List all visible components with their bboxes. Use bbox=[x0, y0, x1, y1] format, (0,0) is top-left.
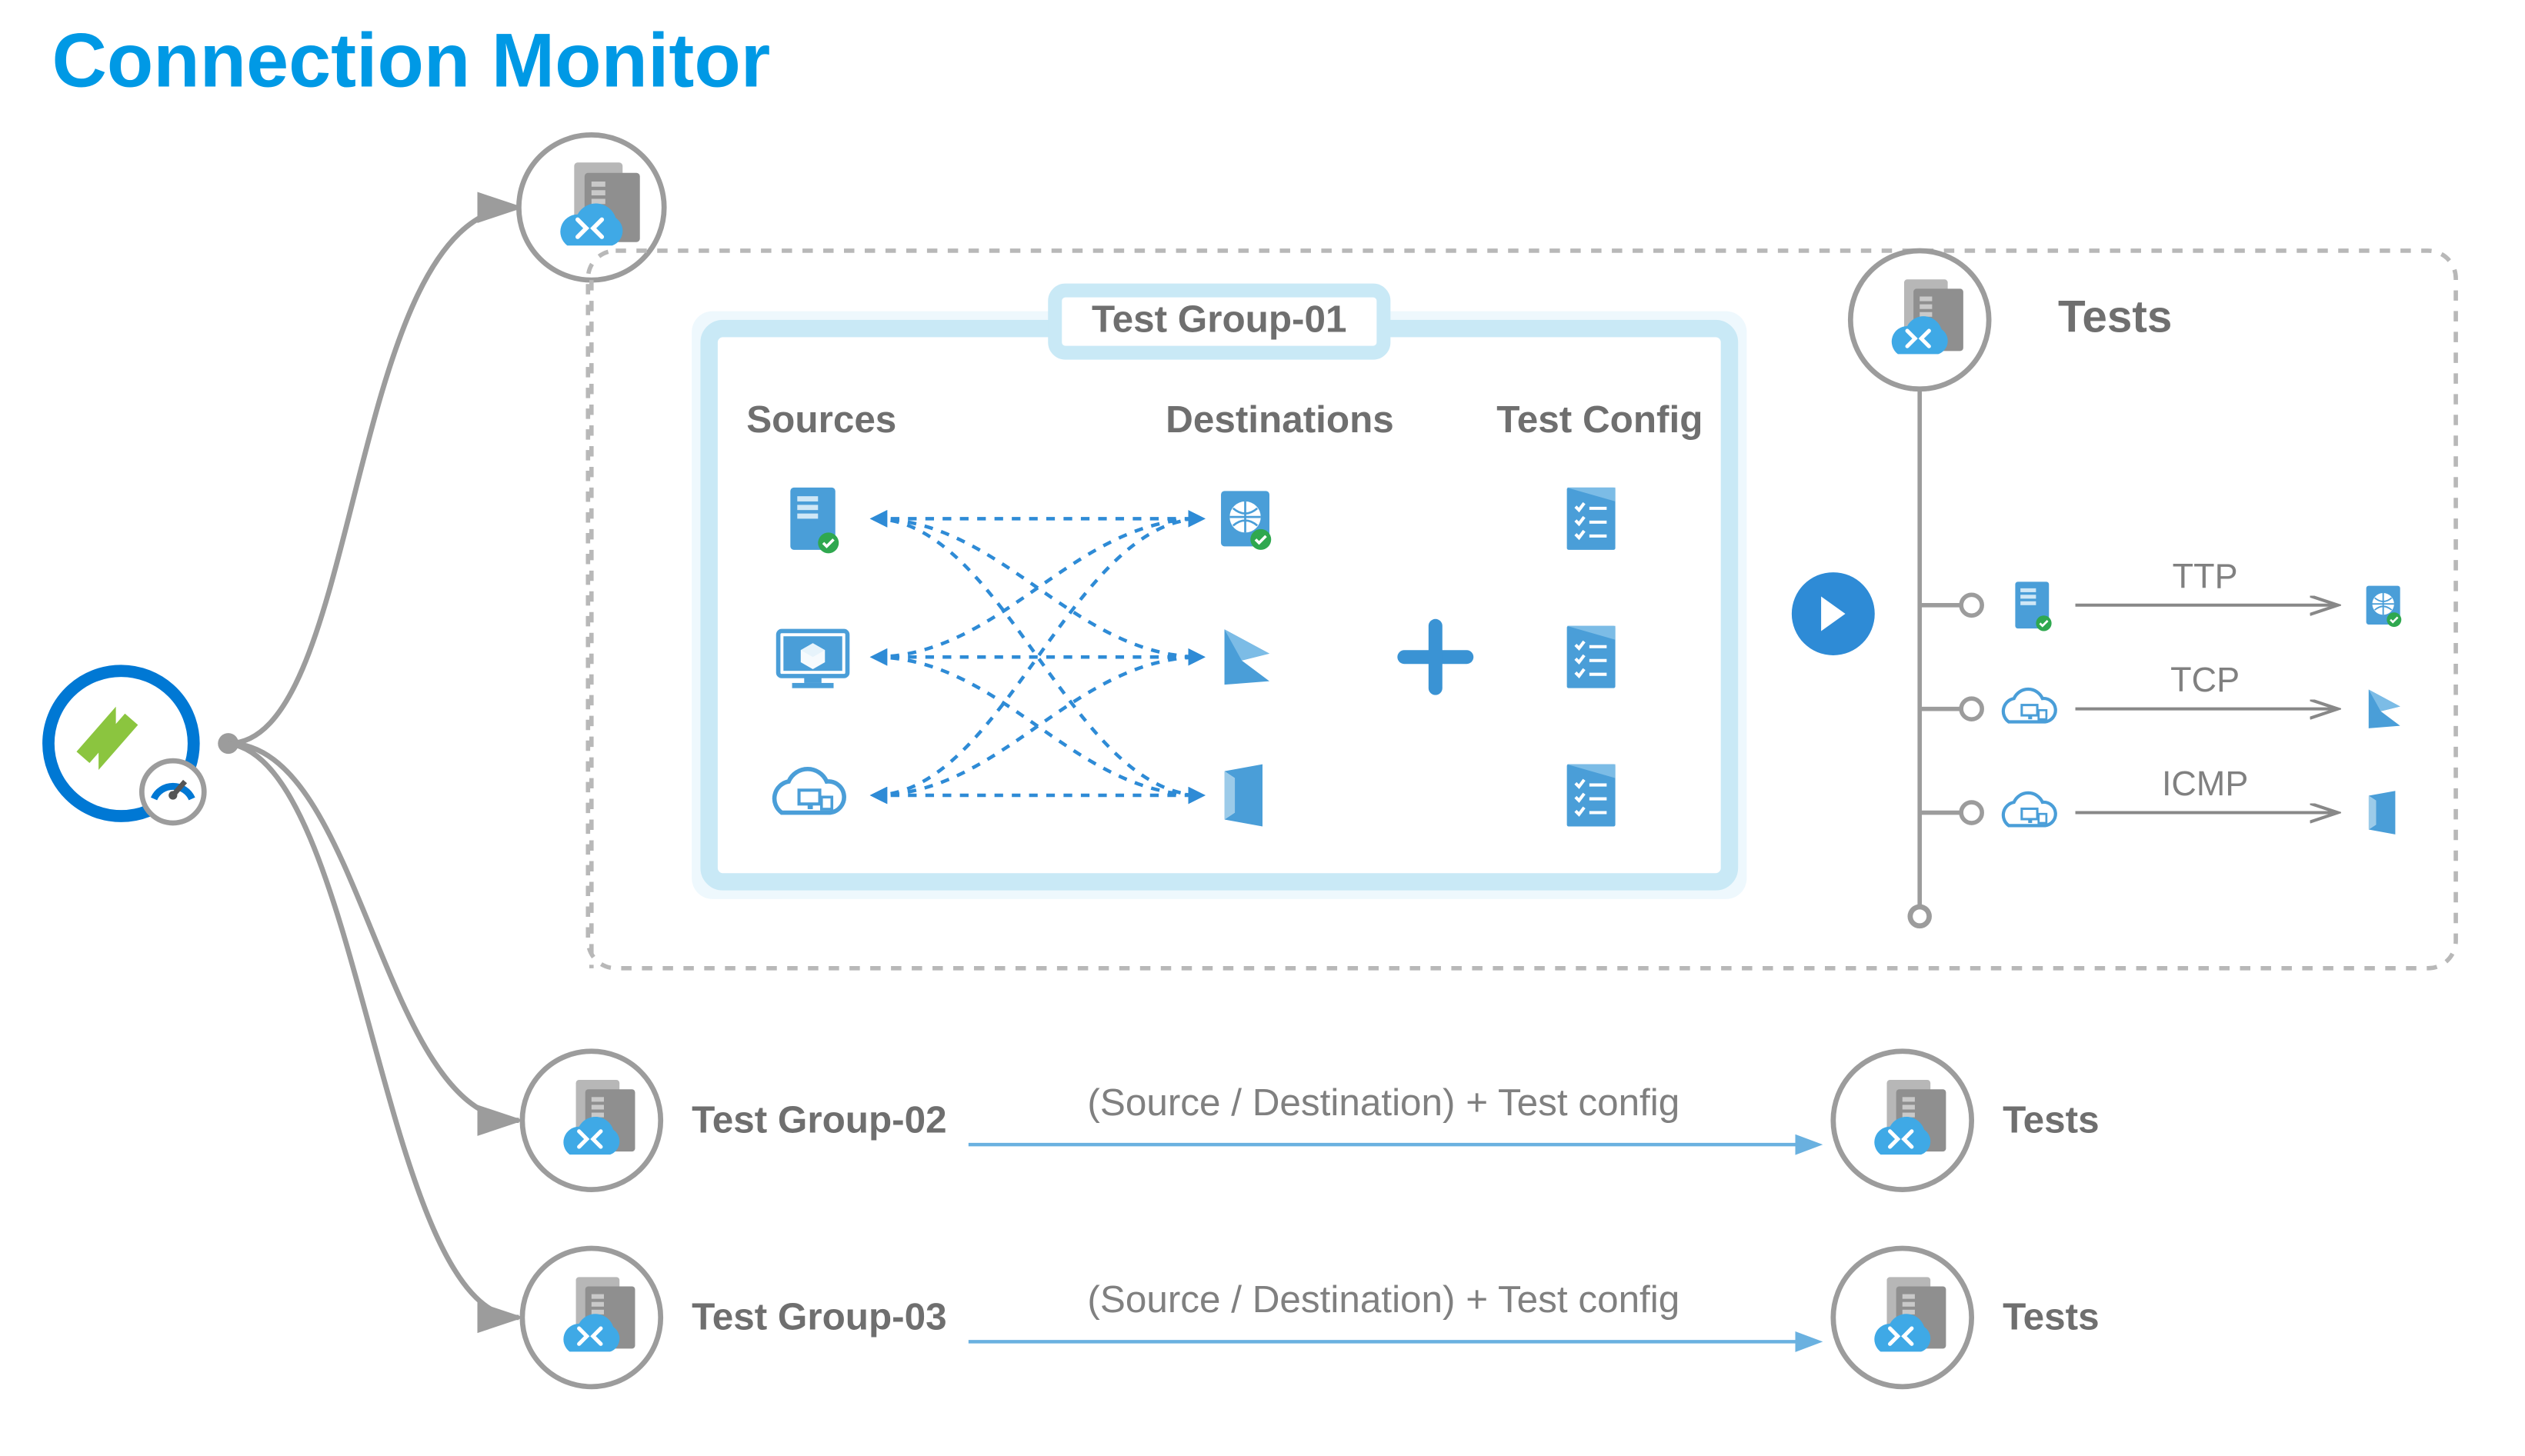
protocol-tcp: TCP bbox=[2170, 660, 2240, 699]
col-sources: Sources bbox=[746, 398, 896, 441]
arrow-circle-icon bbox=[1792, 572, 1875, 655]
protocol-ttp: TTP bbox=[2173, 556, 2238, 595]
col-config: Test Config bbox=[1496, 398, 1703, 441]
tests-node bbox=[1850, 251, 1989, 389]
branch-2 bbox=[228, 744, 519, 1121]
branch-3 bbox=[228, 744, 519, 1318]
group2-label: Test Group-02 bbox=[692, 1098, 946, 1141]
group3-row: Test Group-03 (Source / Destination) + T… bbox=[522, 1248, 2100, 1387]
tests-heading: Tests bbox=[2058, 292, 2172, 342]
test-row-icmp: ICMP bbox=[1920, 764, 2395, 835]
config-3-icon bbox=[1567, 765, 1616, 827]
config-1-icon bbox=[1567, 488, 1616, 550]
col-destinations: Destinations bbox=[1166, 398, 1394, 441]
source-server-icon bbox=[790, 488, 839, 553]
group2-mid: (Source / Destination) + Test config bbox=[1087, 1081, 1679, 1124]
branch-1 bbox=[228, 208, 519, 744]
group3-tests: Tests bbox=[2003, 1296, 2099, 1338]
protocol-icmp: ICMP bbox=[2162, 764, 2248, 803]
group2-tests: Tests bbox=[2003, 1098, 2099, 1141]
group1-node bbox=[519, 135, 664, 280]
group3-label: Test Group-03 bbox=[692, 1296, 946, 1338]
dest-office-icon bbox=[1225, 765, 1262, 827]
config-2-icon bbox=[1567, 626, 1616, 688]
test-row-ttp: TTP bbox=[1920, 556, 2401, 631]
group1-heading: Test Group-01 bbox=[1092, 298, 1346, 341]
group3-mid: (Source / Destination) + Test config bbox=[1087, 1278, 1679, 1321]
group2-row: Test Group-02 (Source / Destination) + T… bbox=[522, 1051, 2100, 1190]
diagram-canvas: Connection Monitor Test Group-01 Sources bbox=[0, 0, 2525, 1452]
page-title: Connection Monitor bbox=[52, 17, 770, 102]
root-node bbox=[48, 671, 204, 823]
test-row-tcp: TCP bbox=[1920, 660, 2400, 728]
dest-globe-icon bbox=[1221, 491, 1271, 549]
